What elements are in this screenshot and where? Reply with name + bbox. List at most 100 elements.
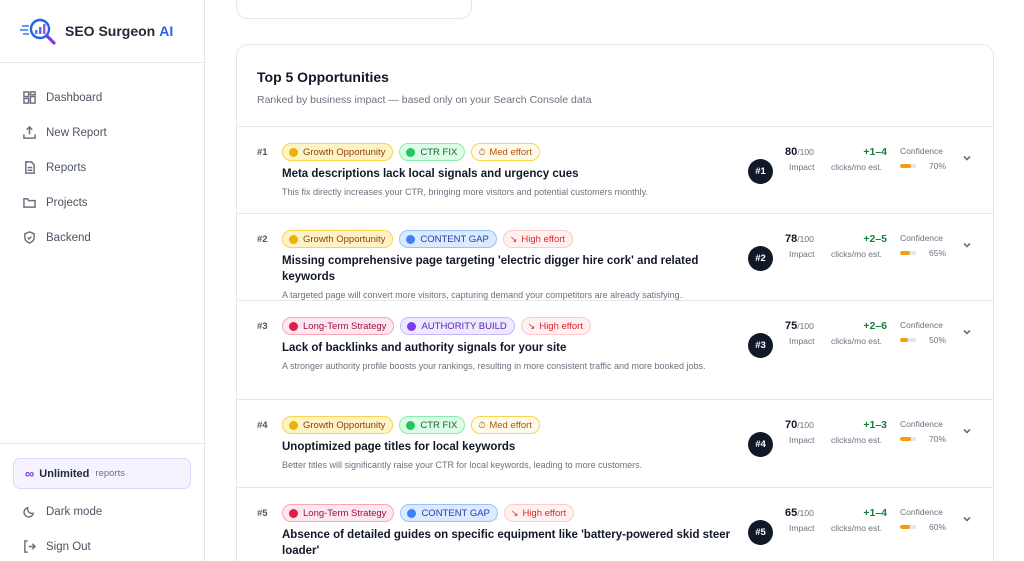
tag-label: Med effort [489,146,532,158]
plan-badge[interactable]: ∞ Unlimited reports [13,458,191,489]
confidence-bar [900,338,916,342]
impact-score: 80/100 [785,146,814,158]
sidebar-item-label: Dashboard [46,91,103,104]
impact-label: Impact [789,336,815,346]
rank-label: #4 [257,420,268,431]
tag-dot-icon [289,321,298,331]
clicks-estimate: +1–4 [863,507,887,519]
confidence-fill [900,525,910,529]
confidence-fill [900,437,912,441]
rank-badge: #2 [748,246,773,271]
confidence-label: Confidence [900,233,944,243]
tag-list: Growth Opportunity CTR FIX ⏱ Med effort [282,143,540,161]
clicks-estimate: +2–6 [863,320,887,332]
clicks-estimate: +1–4 [863,146,887,158]
opportunity-row[interactable]: #2 Growth Opportunity CONTENT GAP ↘ High ef… [237,214,993,301]
timer-icon: ⏱ [478,419,486,430]
tag-dot-icon [289,508,298,518]
tag-dot-icon [289,147,298,157]
tag-label: Growth Opportunity [303,419,386,431]
rank-badge: #1 [748,159,773,184]
confidence-value: 70% [929,434,947,444]
clicks-label: clicks/mo est. [831,249,883,259]
sidebar-item-label: New Report [46,126,107,139]
tag-dot-icon [407,508,417,518]
plan-sub: reports [95,468,125,479]
tag-high: ↘ High effort [520,317,591,335]
opportunity-row[interactable]: #3 Long-Term Strategy AUTHORITY BUILD ↘ Hig… [237,301,993,400]
tag-label: Long-Term Strategy [303,507,387,519]
chevron-down-icon[interactable] [961,238,973,250]
opportunities-panel: Top 5 Opportunities Ranked by business i… [236,44,994,561]
impact-label: Impact [789,249,815,259]
clicks-estimate: +1–3 [863,419,887,431]
confidence-value: 70% [929,161,947,171]
tag-label: AUTHORITY BUILD [421,320,507,332]
tag-gap: CONTENT GAP [399,230,497,248]
tag-high: ↘ High effort [502,230,574,248]
impact-label: Impact [789,162,815,172]
confidence-bar [900,251,916,255]
shield-icon [24,231,35,244]
sidebar-item-label: Backend [46,231,91,244]
brand[interactable]: SEO Surgeon AI [0,0,204,63]
trend-down-icon: ↘ [510,507,519,518]
infinity-icon: ∞ [25,466,35,481]
sidebar-item-backend[interactable]: Backend [0,220,204,255]
chevron-down-icon[interactable] [961,512,973,524]
tag-med: ⏱ Med effort [471,416,540,434]
folder-icon [23,198,36,208]
sidebar-item-new-report[interactable]: New Report [0,115,204,150]
sign-out-button[interactable]: Sign Out [0,529,204,561]
tag-ctr: CTR FIX [399,143,466,161]
opportunity-description: Better titles will significantly raise y… [282,460,643,470]
opportunity-row[interactable]: #1 Growth Opportunity CTR FIX ⏱ Med effort … [237,127,993,214]
opportunity-title: Meta descriptions lack local signals and… [282,168,579,180]
confidence-bar [900,525,916,529]
tag-label: CTR FIX [420,419,458,431]
moon-icon [23,506,35,518]
tag-label: High effort [521,233,566,245]
tag-auth: AUTHORITY BUILD [400,317,515,335]
panel-title: Top 5 Opportunities [257,69,389,85]
tag-label: High effort [522,507,567,519]
opportunity-description: A stronger authority profile boosts your… [282,361,706,371]
plan-label: Unlimited [39,467,90,480]
tag-ctr: CTR FIX [399,416,466,434]
sidebar: SEO Surgeon AI Dashboard New Report Repor… [0,0,205,561]
opportunity-title: Missing comprehensive page targeting 'el… [282,255,699,283]
document-icon [25,161,35,174]
tag-dot-icon [289,420,298,430]
tag-dot-icon [406,147,416,157]
dark-mode-label: Dark mode [46,505,103,518]
impact-score: 70/100 [785,419,814,431]
sidebar-item-projects[interactable]: Projects [0,185,204,220]
chevron-down-icon[interactable] [961,151,973,163]
clicks-label: clicks/mo est. [831,435,883,445]
dark-mode-toggle[interactable]: Dark mode [0,494,204,529]
impact-score: 75/100 [785,320,814,332]
chevron-down-icon[interactable] [961,325,973,337]
sidebar-item-reports[interactable]: Reports [0,150,204,185]
tag-label: High effort [539,320,583,332]
opportunity-title: Unoptimized page titles for local keywor… [282,441,516,453]
confidence-label: Confidence [900,419,944,429]
panel-subtitle: Ranked by business impact — based only o… [257,94,592,106]
confidence-label: Confidence [900,146,944,156]
confidence-fill [900,164,912,168]
rank-label: #1 [257,147,268,158]
confidence-bar [900,164,916,168]
confidence-label: Confidence [900,320,944,330]
opportunity-row[interactable]: #4 Growth Opportunity CTR FIX ⏱ Med effort … [237,400,993,488]
sidebar-item-dashboard[interactable]: Dashboard [0,80,204,115]
rank-badge: #5 [748,520,773,545]
impact-label: Impact [789,523,815,533]
chevron-down-icon[interactable] [961,424,973,436]
opportunity-title: Lack of backlinks and authority signals … [282,342,567,354]
clicks-label: clicks/mo est. [831,523,883,533]
tag-label: Growth Opportunity [303,233,386,245]
tag-gap: CONTENT GAP [400,504,498,522]
rank-badge: #3 [748,333,773,358]
opportunity-row[interactable]: #5 Long-Term Strategy CONTENT GAP ↘ High ef… [237,488,993,561]
sidebar-item-label: Reports [46,161,87,174]
